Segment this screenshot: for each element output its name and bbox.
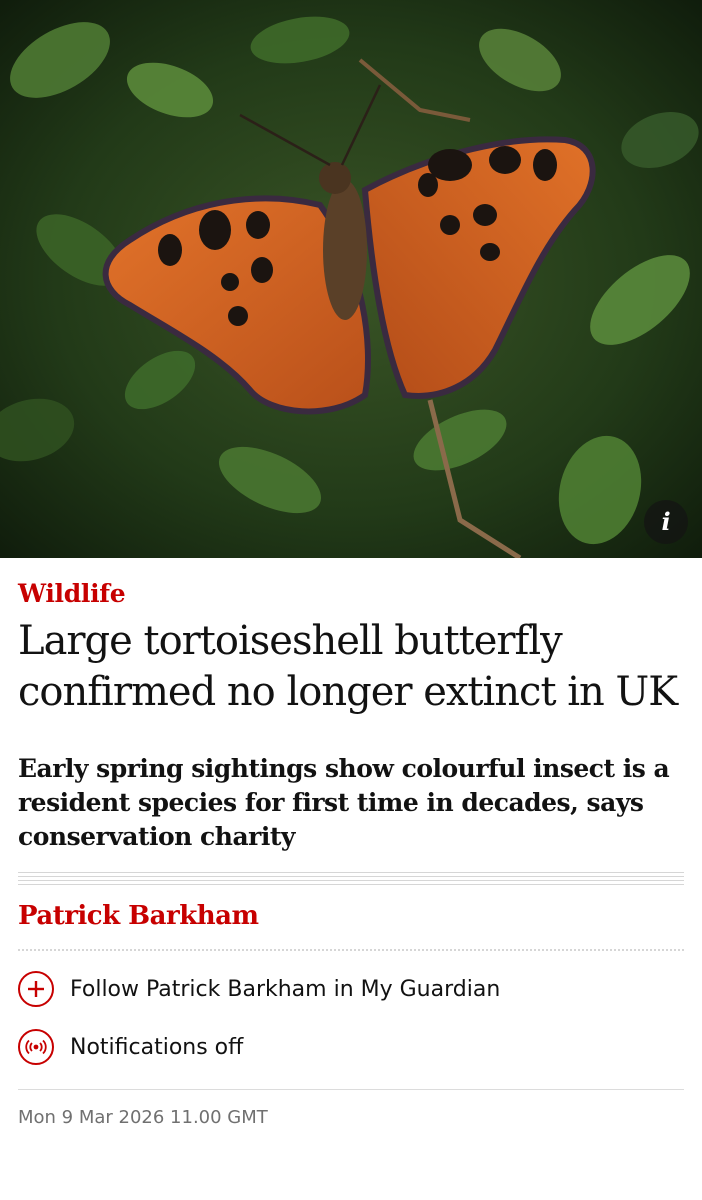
article-header: Wildlife Large tortoiseshell butterfly c…: [0, 578, 702, 1130]
publish-date: Mon 9 Mar 2026 11.00 GMT: [18, 1107, 268, 1128]
hero-image: i: [0, 0, 702, 558]
divider: [18, 1089, 684, 1090]
info-icon[interactable]: i: [644, 500, 688, 544]
notifications-label: Notifications off: [70, 1034, 244, 1060]
headline: Large tortoiseshell butterfly confirmed …: [18, 618, 678, 715]
follow-author-button[interactable]: Follow Patrick Barkham in My Guardian: [18, 969, 684, 1009]
broadcast-icon: [18, 1029, 54, 1065]
section-kicker[interactable]: Wildlife: [18, 578, 684, 610]
follow-label: Follow Patrick Barkham in My Guardian: [70, 976, 501, 1002]
divider: [18, 872, 684, 885]
plus-icon: [18, 971, 54, 1007]
byline-author[interactable]: Patrick Barkham: [18, 899, 684, 933]
standfirst: Early spring sightings show colourful in…: [18, 754, 670, 851]
notifications-toggle[interactable]: Notifications off: [18, 1027, 684, 1067]
butterfly-photo: [0, 0, 702, 558]
dotted-divider: [18, 949, 684, 951]
